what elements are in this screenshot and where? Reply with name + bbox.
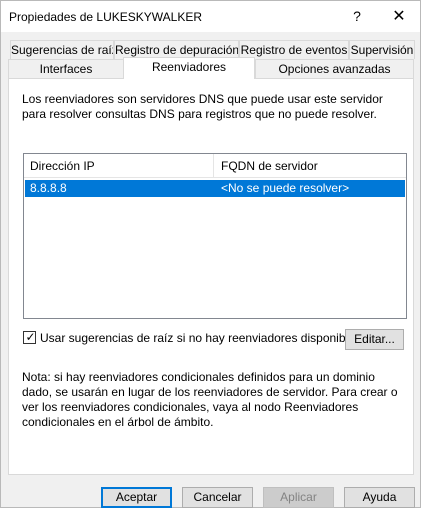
- ok-button[interactable]: Aceptar: [101, 487, 172, 508]
- close-icon[interactable]: ✕: [376, 1, 421, 32]
- forwarders-description: Los reenviadores son servidores DNS que …: [22, 92, 383, 121]
- list-item[interactable]: 8.8.8.8 <No se puede resolver>: [25, 180, 405, 197]
- tab-advanced[interactable]: Opciones avanzadas: [255, 59, 414, 78]
- conditional-forwarders-note: Nota: si hay reenviadores condicionales …: [22, 370, 398, 429]
- forwarders-list[interactable]: Dirección IP FQDN de servidor 8.8.8.8 <N…: [23, 153, 407, 319]
- tab-event-logging[interactable]: Registro de eventos: [239, 40, 349, 59]
- title-bar: Propiedades de LUKESKYWALKER ? ✕: [1, 1, 420, 32]
- help-icon[interactable]: ?: [334, 1, 380, 32]
- tab-interfaces[interactable]: Interfaces: [8, 59, 124, 78]
- column-header-fqdn[interactable]: FQDN de servidor: [215, 154, 406, 178]
- use-root-hints-label[interactable]: Usar sugerencias de raíz si no hay reenv…: [40, 330, 361, 346]
- window-title: Propiedades de LUKESKYWALKER: [9, 10, 202, 24]
- tab-root-hints[interactable]: Sugerencias de raíz: [10, 40, 114, 59]
- tab-monitoring[interactable]: Supervisión: [349, 40, 415, 59]
- edit-button[interactable]: Editar...: [345, 329, 404, 350]
- checkmark-icon: ✓: [25, 330, 36, 344]
- tab-forwarders[interactable]: Reenviadores: [123, 57, 255, 79]
- list-header: Dirección IP FQDN de servidor: [24, 154, 406, 178]
- forwarders-panel: Los reenviadores son servidores DNS que …: [8, 78, 414, 475]
- apply-button[interactable]: Aplicar: [263, 487, 334, 508]
- properties-dialog: Propiedades de LUKESKYWALKER ? ✕ Sugeren…: [0, 0, 421, 508]
- column-header-ip[interactable]: Dirección IP: [24, 154, 214, 178]
- forwarder-ip: 8.8.8.8: [30, 181, 67, 195]
- help-button[interactable]: Ayuda: [344, 487, 415, 508]
- cancel-button[interactable]: Cancelar: [182, 487, 253, 508]
- forwarder-fqdn: <No se puede resolver>: [221, 181, 350, 195]
- use-root-hints-checkbox[interactable]: ✓: [23, 330, 36, 344]
